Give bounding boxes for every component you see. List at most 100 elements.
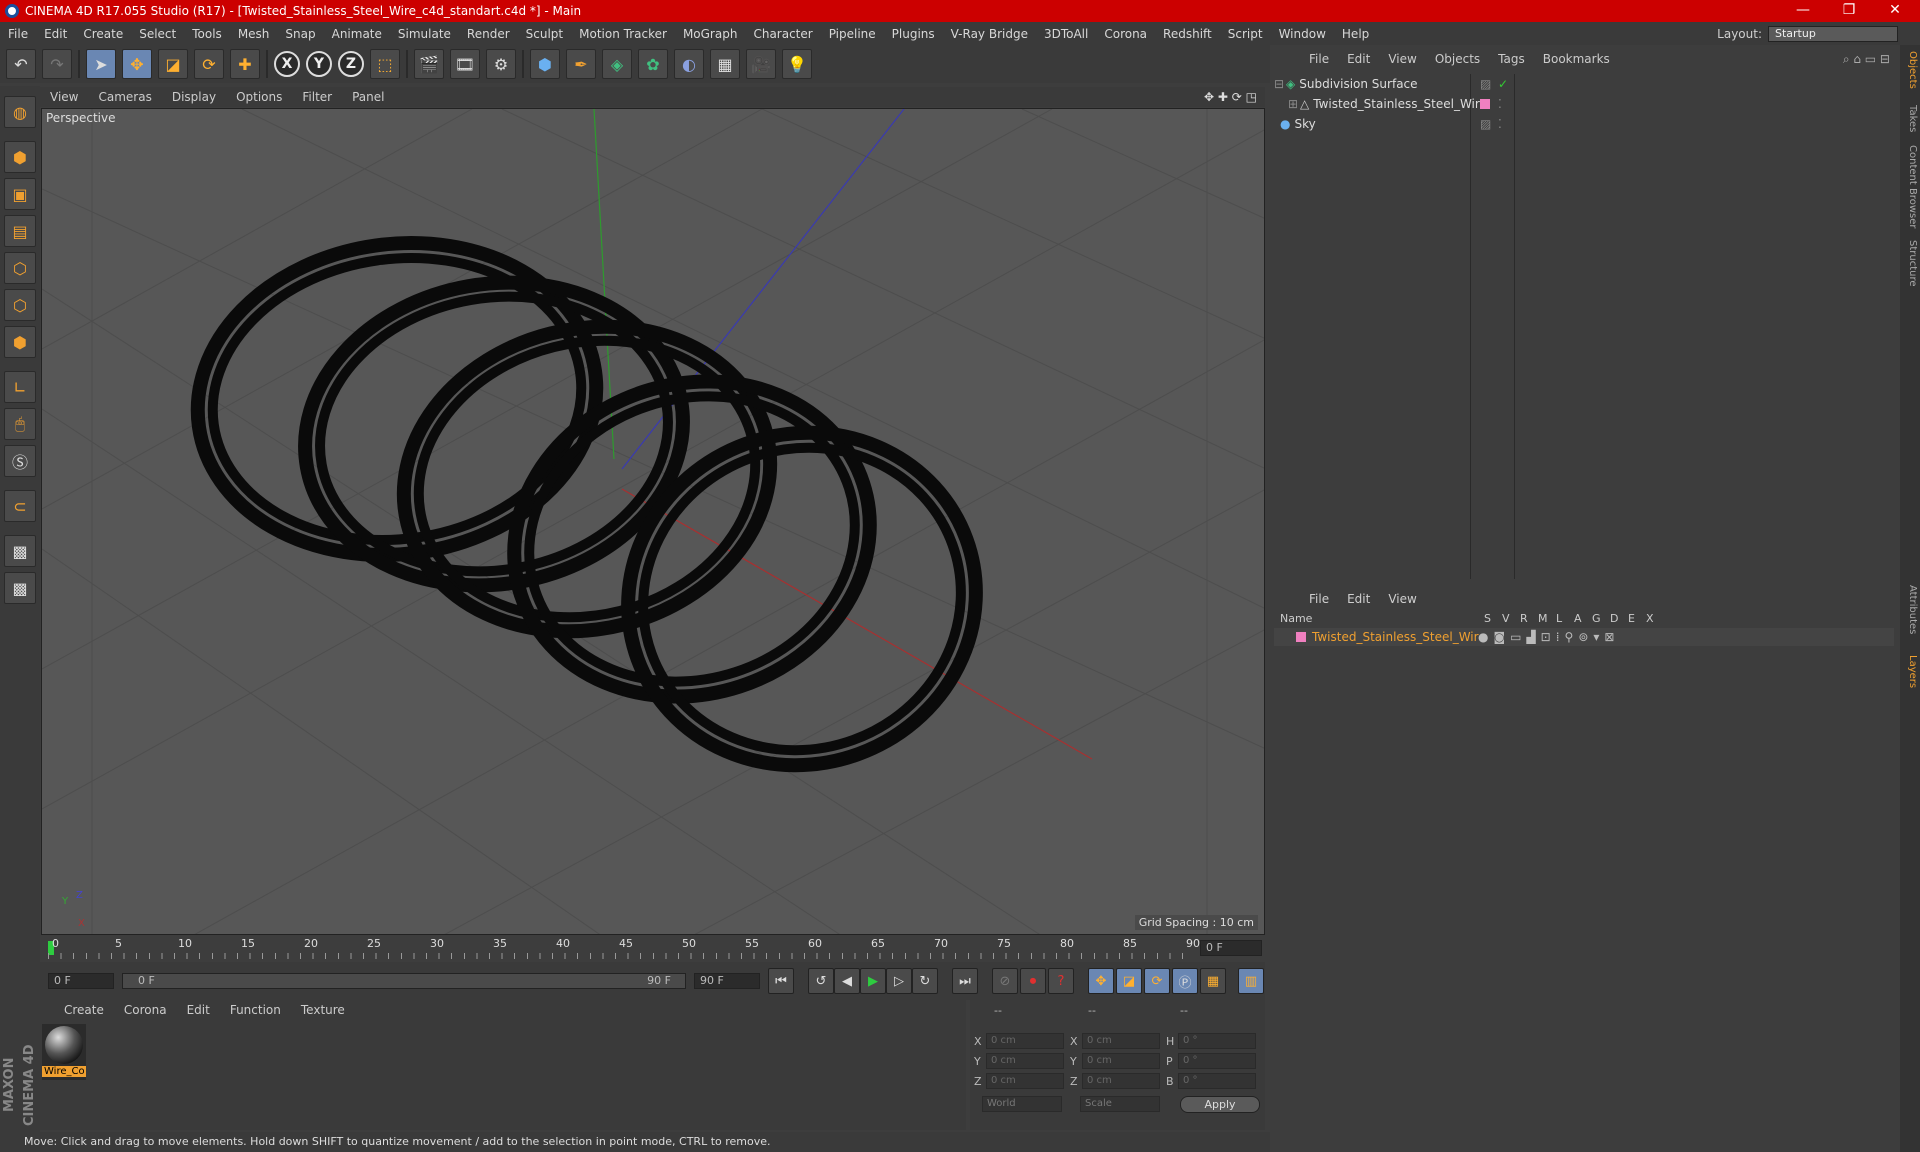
object-menu-objects[interactable]: Objects [1426,52,1489,66]
workplane-icon[interactable]: ▤ [4,215,36,247]
material-swatch[interactable]: Wire_Co [42,1024,86,1080]
collapse-icon[interactable]: ⊟ [1274,77,1286,91]
next-frame-icon[interactable]: ▷ [886,968,912,994]
layer-column-header[interactable]: L [1556,612,1562,625]
goto-end-icon[interactable]: ⏭ [952,968,978,994]
menu-character[interactable]: Character [745,27,820,41]
y-axis-lock-icon[interactable]: Y [306,51,332,77]
start-frame-field[interactable]: 0 F [48,973,114,989]
viewport-menu-panel[interactable]: Panel [342,90,394,104]
undo-icon[interactable]: ↶ [6,49,36,79]
goto-start-icon[interactable]: ⏮ [768,968,794,994]
close-button[interactable]: ✕ [1872,0,1918,22]
viewport-menu-display[interactable]: Display [162,90,226,104]
layout-dropdown[interactable]: Startup [1768,25,1898,42]
menu-sculpt[interactable]: Sculpt [518,27,571,41]
redo-icon[interactable]: ↷ [42,49,72,79]
record-active-icon[interactable]: ⏺ [1020,968,1046,994]
viewport-menu-filter[interactable]: Filter [292,90,342,104]
layer-column-header[interactable]: E [1628,612,1635,625]
rotation-p-field[interactable]: 0 ° [1178,1053,1256,1069]
object-menu-view[interactable]: View [1379,52,1425,66]
layer-column-header[interactable]: A [1574,612,1582,625]
coordinate-system-icon[interactable]: ⬚ [370,49,400,79]
cube-primitive-icon[interactable]: ⬢ [530,49,560,79]
object-menu-edit[interactable]: Edit [1338,52,1379,66]
key-position-icon[interactable]: ✥ [1088,968,1114,994]
magnet-icon[interactable]: ⊂ [4,490,36,522]
menu-simulate[interactable]: Simulate [390,27,459,41]
grid-lock-icon[interactable]: ▩ [4,535,36,567]
material-menu-texture[interactable]: Texture [291,1003,355,1017]
menu-3dtoall[interactable]: 3DToAll [1036,27,1096,41]
visibility-dots-icon[interactable]: ⁚ [1498,97,1502,111]
coord-system-dropdown[interactable]: World [982,1096,1062,1112]
key-pla-icon[interactable]: ▦ [1200,968,1226,994]
menu-tools[interactable]: Tools [184,27,230,41]
layer-column-header[interactable]: S [1484,612,1491,625]
menu-file[interactable]: File [0,27,36,41]
layer-column-header[interactable]: R [1520,612,1528,625]
visibility-dots-icon[interactable]: ⁚ [1498,117,1502,131]
layer-column-header[interactable]: G [1592,612,1601,625]
render-view-icon[interactable]: 🎬 [414,49,444,79]
menu-script[interactable]: Script [1220,27,1271,41]
layer-color-swatch[interactable] [1296,632,1306,642]
play-icon[interactable]: ▶ [860,968,886,994]
tab-layers[interactable]: Layers [1902,655,1918,688]
tab-takes[interactable]: Takes [1902,105,1918,132]
layer-column-header[interactable]: Name [1280,612,1312,625]
end-frame-field[interactable]: 90 F [694,973,760,989]
axis-mode-icon[interactable]: ∟ [4,371,36,403]
menu-window[interactable]: Window [1271,27,1334,41]
render-settings-icon[interactable]: ⚙ [486,49,516,79]
prev-frame-icon[interactable]: ◀ [834,968,860,994]
layer-column-header[interactable]: X [1646,612,1654,625]
make-editable-icon[interactable]: ◍ [4,96,36,128]
menu-create[interactable]: Create [75,27,131,41]
menu-select[interactable]: Select [131,27,184,41]
layer-column-header[interactable]: V [1502,612,1510,625]
solo-icon[interactable]: Ⓢ [4,445,36,477]
menu-corona[interactable]: Corona [1096,27,1155,41]
material-menu-edit[interactable]: Edit [177,1003,220,1017]
menu-help[interactable]: Help [1334,27,1377,41]
tab-structure[interactable]: Structure [1902,240,1918,287]
layer-column-header[interactable]: D [1610,612,1618,625]
menu-redshift[interactable]: Redshift [1155,27,1220,41]
render-picture-viewer-icon[interactable]: 🎞 [450,49,480,79]
camera-icon[interactable]: 🎥 [746,49,776,79]
layer-flags-icons[interactable]: ●◙▭▟⊡⁞⚲⊚▾⊠ [1478,630,1619,644]
key-param-icon[interactable]: Ⓟ [1172,968,1198,994]
material-menu-corona[interactable]: Corona [114,1003,177,1017]
texture-mode-icon[interactable]: ▣ [4,178,36,210]
tab-attributes[interactable]: Attributes [1902,585,1918,634]
object-row-wire[interactable]: ⊞ △ Twisted_Stainless_Steel_Wire ⁚ [1274,95,1894,113]
apply-button[interactable]: Apply [1180,1096,1260,1113]
position-x-field[interactable]: 0 cm [986,1033,1064,1049]
tweak-mode-icon[interactable]: 🖱 [4,408,36,440]
layer-column-header[interactable]: M [1538,612,1548,625]
tab-objects[interactable]: Objects [1902,51,1918,89]
visibility-toggle-icon[interactable]: ▨ [1480,77,1491,91]
timeline-window-icon[interactable]: ▥ [1238,968,1264,994]
menu-snap[interactable]: Snap [277,27,323,41]
material-menu-create[interactable]: Create [54,1003,114,1017]
position-y-field[interactable]: 0 cm [986,1053,1064,1069]
transform-icon[interactable]: ✚ [230,49,260,79]
cloner-icon[interactable]: ✿ [638,49,668,79]
layer-menu-edit[interactable]: Edit [1338,592,1379,606]
timeline-ruler[interactable]: 0 5 10 15 20 25 30 35 40 45 50 55 60 65 70 75 80 85 90 0 F [40,935,1265,961]
tab-content-browser[interactable]: Content Browser [1902,145,1918,228]
expand-icon[interactable]: ⊞ [1288,97,1300,111]
edges-mode-icon[interactable]: ⬡ [4,289,36,321]
rotation-h-field[interactable]: 0 ° [1178,1033,1256,1049]
enabled-check-icon[interactable]: ✓ [1498,77,1508,91]
visibility-toggle-icon[interactable]: ▨ [1480,117,1491,131]
model-mode-icon[interactable]: ⬢ [4,141,36,173]
object-row-subdivision[interactable]: ⊟ ◈ Subdivision Surface ▨ ✓ [1274,75,1894,93]
rotation-b-field[interactable]: 0 ° [1178,1073,1256,1089]
deformer-icon[interactable]: ◐ [674,49,704,79]
pen-spline-icon[interactable]: ✒ [566,49,596,79]
subdivision-icon[interactable]: ◈ [602,49,632,79]
